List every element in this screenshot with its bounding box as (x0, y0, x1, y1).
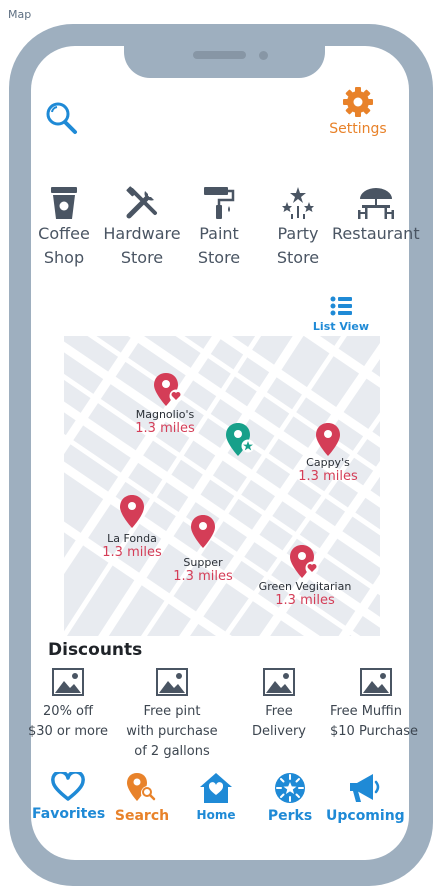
phone-camera (259, 51, 268, 60)
tab-search[interactable]: Search (106, 772, 178, 824)
image-icon (52, 668, 84, 696)
image-icon (360, 668, 392, 696)
tab-perks-label: Perks (267, 808, 313, 824)
discount-item[interactable]: Free Muffin $10 Purchase (330, 668, 430, 742)
category-restaurant[interactable]: Restaurant (332, 186, 432, 246)
category-hardware-store[interactable]: Hardware Store (100, 186, 184, 270)
map-label-supper: Supper 1.3 miles (173, 556, 233, 584)
settings-button[interactable]: Settings (326, 86, 390, 146)
tools-icon (126, 186, 157, 219)
location-search-icon (127, 773, 156, 801)
tab-favorites[interactable]: Favorites (32, 772, 106, 822)
image-icon (156, 668, 188, 696)
tab-home[interactable]: Home (180, 772, 252, 822)
map-view[interactable]: Magnolio's 1.3 miles Cappy's 1.3 miles L… (64, 336, 380, 636)
fireworks-icon (282, 187, 314, 219)
category-party-store[interactable]: Party Store (256, 186, 340, 270)
phone-speaker (193, 51, 246, 59)
coffee-cup-icon (51, 187, 77, 219)
megaphone-icon (350, 774, 380, 802)
image-icon (263, 668, 295, 696)
tab-upcoming-label: Upcoming (326, 808, 405, 824)
map-label-cappys: Cappy's 1.3 miles (298, 456, 358, 484)
list-icon (330, 296, 352, 316)
star-badge-icon (275, 773, 305, 803)
map-pin-la-fonda[interactable] (118, 494, 146, 530)
list-view-button[interactable]: List View (312, 296, 370, 333)
discount-item[interactable]: Free Delivery (224, 668, 334, 742)
category-coffee-shop[interactable]: Coffee Shop (22, 186, 106, 270)
tab-upcoming[interactable]: Upcoming (326, 772, 405, 824)
map-pin-magnolios[interactable] (152, 372, 186, 408)
tab-home-label: Home (196, 808, 236, 822)
pin-star-icon[interactable] (224, 422, 258, 458)
restaurant-table-icon (358, 188, 394, 219)
map-label-green-vegitarian: Green Vegitarian 1.3 miles (258, 580, 352, 608)
frame-label: Map (8, 8, 32, 21)
search-button[interactable] (44, 100, 84, 140)
category-paint-store[interactable]: Paint Store (177, 186, 261, 270)
gear-icon (343, 87, 373, 117)
map-pin-cappys[interactable] (314, 422, 342, 458)
tab-favorites-label: Favorites (32, 806, 106, 822)
settings-label: Settings (329, 121, 387, 137)
tab-search-label: Search (114, 808, 170, 824)
map-pin-green-vegitarian[interactable] (288, 544, 322, 580)
search-icon (46, 102, 77, 134)
tab-perks[interactable]: Perks (254, 772, 326, 824)
discounts-title: Discounts (48, 640, 143, 660)
map-label-la-fonda: La Fonda 1.3 miles (102, 532, 162, 560)
discount-item[interactable]: 20% off $30 or more (13, 668, 123, 742)
home-icon (200, 773, 232, 803)
heart-icon (51, 772, 85, 801)
map-label-magnolios: Magnolio's 1.3 miles (135, 408, 195, 436)
paint-roller-icon (204, 187, 235, 219)
discount-item[interactable]: Free pint with purchase of 2 gallons (117, 668, 227, 762)
list-view-label: List View (312, 320, 370, 333)
map-pin-supper[interactable] (189, 514, 217, 550)
